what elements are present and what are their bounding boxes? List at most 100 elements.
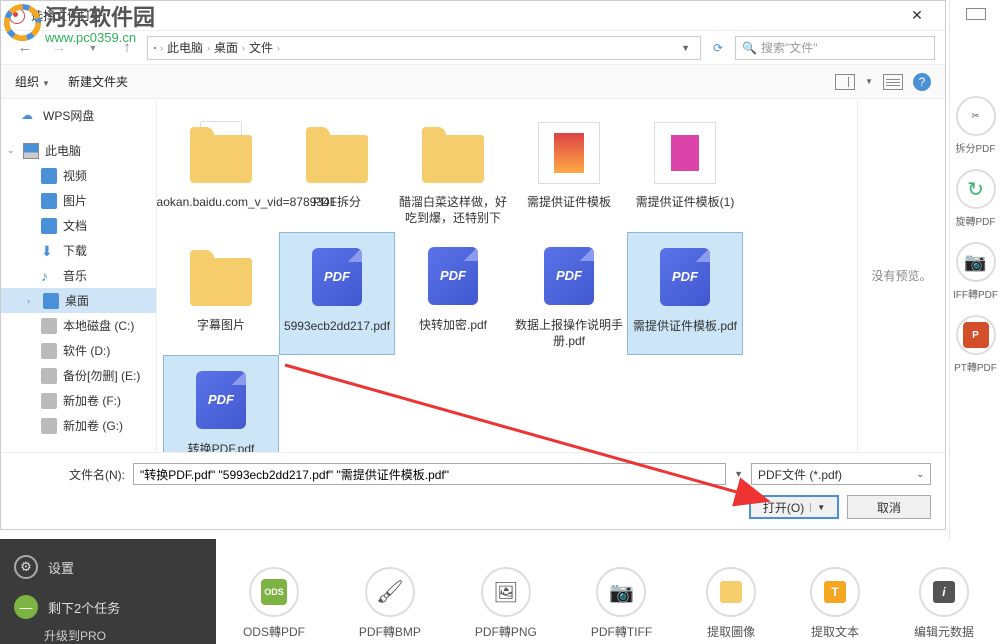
tool-bmp[interactable]: 🖌PDF轉BMP [359, 567, 421, 640]
tree-wps[interactable]: ☁WPS网盘 [1, 103, 156, 128]
settings-button[interactable]: ⚙设置 [0, 547, 216, 587]
camera-icon: 📷 [964, 252, 986, 273]
gear-icon: ⚙ [14, 555, 38, 579]
search-input[interactable]: 🔍 搜索"文件" [735, 36, 935, 60]
tasks-icon: — [14, 595, 38, 619]
ods-icon: ODS [261, 579, 287, 605]
tree-diskc[interactable]: 本地磁盘 (C:) [1, 313, 156, 338]
tool-tiff[interactable]: 📷PDF轉TIFF [591, 567, 652, 640]
file-pdf[interactable]: PDF快转加密.pdf [395, 232, 511, 355]
file-open-dialog: 选择文件打开 ✕ ← → ▼ ↑ › 此电脑 › 桌面 › 文件 › ▼ ⟳ 🔍… [0, 0, 946, 530]
breadcrumb[interactable]: › 此电脑 › 桌面 › 文件 › ▼ [147, 36, 701, 60]
documents-icon [41, 218, 57, 234]
breadcrumb-item[interactable]: 文件 [249, 39, 273, 56]
disk-icon [41, 368, 57, 384]
download-icon: ⬇ [41, 243, 57, 259]
folder-icon [190, 258, 252, 306]
help-button[interactable]: ? [913, 73, 931, 91]
camera-icon: 📷 [609, 580, 634, 605]
tree-pictures[interactable]: 图片 [1, 188, 156, 213]
breadcrumb-item[interactable]: 桌面 [214, 39, 238, 56]
tool-metadata[interactable]: i编辑元数据 [914, 567, 974, 640]
folder-icon [190, 135, 252, 183]
file-folder[interactable]: 需提供证件模板(1) [627, 109, 743, 232]
dialog-toolbar: 组织▼ 新建文件夹 ▼ ? [1, 65, 945, 99]
pdf-icon: PDF [196, 371, 246, 429]
bg-rotate-pdf-button[interactable]: ↻旋轉PDF [950, 161, 1001, 234]
file-folder[interactable]: PDF拆分 [279, 109, 395, 232]
refresh-button[interactable]: ⟳ [707, 41, 729, 55]
view-list-button[interactable] [883, 74, 903, 90]
tree-video[interactable]: 视频 [1, 163, 156, 188]
close-button[interactable]: ✕ [897, 7, 937, 24]
bg-split-pdf-button[interactable]: ✂拆分PDF [950, 88, 1001, 161]
filetype-select[interactable]: PDF文件 (*.pdf)⌄ [751, 463, 931, 485]
dialog-footer: 文件名(N): ▼ PDF文件 (*.pdf)⌄ 打开(O)▼ 取消 [1, 452, 945, 529]
bg-tiff-pdf-button[interactable]: 📷IFF轉PDF [950, 234, 1001, 307]
scissors-icon: ✂ [971, 111, 979, 122]
dialog-titlebar: 选择文件打开 ✕ [1, 1, 945, 31]
chevron-down-icon[interactable]: ▼ [734, 469, 743, 479]
pdf-icon: PDF [312, 248, 362, 306]
app-icon [9, 8, 25, 24]
nav-forward-button[interactable]: → [45, 34, 73, 62]
disk-icon [41, 318, 57, 334]
breadcrumb-item[interactable]: 此电脑 [167, 39, 203, 56]
nav-history-button[interactable]: ▼ [79, 34, 107, 62]
desktop-icon [43, 293, 59, 309]
file-pdf[interactable]: PDF5993ecb2dd217.pdf [279, 232, 395, 355]
file-folder[interactable]: 字幕图片 [163, 232, 279, 355]
file-pdf[interactable]: PDF需提供证件模板.pdf [627, 232, 743, 355]
tree-diskd[interactable]: 软件 (D:) [1, 338, 156, 363]
organize-button[interactable]: 组织▼ [15, 73, 50, 90]
tool-extract-text[interactable]: T提取文本 [810, 567, 860, 640]
file-folder[interactable]: 醋溜白菜这样做，好吃到爆，还特别下 [395, 109, 511, 232]
cancel-button[interactable]: 取消 [847, 495, 931, 519]
pdf-icon: PDF [660, 248, 710, 306]
view-preview-button[interactable] [835, 74, 855, 90]
tree-desktop[interactable]: ›桌面 [1, 288, 156, 313]
nav-back-button[interactable]: ← [11, 34, 39, 62]
filename-input[interactable] [133, 463, 726, 485]
folder-thumb-icon [538, 122, 600, 184]
tool-extract-img[interactable]: 提取圖像 [706, 567, 756, 640]
preview-panel: 没有预览。 [857, 99, 945, 452]
disk-icon [41, 418, 57, 434]
file-pdf[interactable]: PDF数据上报操作说明手册.pdf [511, 232, 627, 355]
file-pdf[interactable]: PDF转换PDF.pdf [163, 355, 279, 452]
brush-icon: 🖌 [376, 579, 404, 605]
nav-up-button[interactable]: ↑ [113, 34, 141, 62]
tool-ods[interactable]: ODSODS轉PDF [243, 567, 305, 640]
tree-diskf[interactable]: 新加卷 (F:) [1, 388, 156, 413]
chevron-down-icon[interactable]: ▼ [865, 77, 873, 86]
bg-ppt-pdf-button[interactable]: PPT轉PDF [950, 307, 1001, 380]
upgrade-link[interactable]: 升级到PRO [0, 627, 216, 644]
tool-png[interactable]: 🖼PDF轉PNG [475, 567, 537, 640]
tree-pc[interactable]: ⌄此电脑 [1, 138, 156, 163]
extract-text-icon: T [824, 581, 846, 603]
search-icon: 🔍 [742, 41, 757, 55]
extract-image-icon [720, 581, 742, 603]
open-button[interactable]: 打开(O)▼ [749, 495, 839, 519]
bg-maximize-icon[interactable] [966, 8, 986, 20]
preview-text: 没有预览。 [871, 267, 931, 284]
file-folder[interactable]: [NoTitle]haokan.baidu.com_v_vid=8789341 [163, 109, 279, 232]
tree-music[interactable]: ♪音乐 [1, 263, 156, 288]
ppt-icon: P [963, 322, 989, 348]
tree-diskg[interactable]: 新加卷 (G:) [1, 413, 156, 438]
bg-tools-row: ODSODS轉PDF 🖌PDF轉BMP 🖼PDF轉PNG 📷PDF轉TIFF 提… [216, 539, 1001, 644]
chevron-down-icon: ▼ [42, 79, 50, 88]
file-folder[interactable]: 需提供证件模板 [511, 109, 627, 232]
breadcrumb-dropdown[interactable]: ▼ [681, 43, 694, 53]
bg-bottom-left-panel: ⚙设置 —剩下2个任务 升级到PRO [0, 539, 216, 644]
tasks-button[interactable]: —剩下2个任务 [0, 587, 216, 627]
chevron-down-icon: ▼ [810, 503, 825, 512]
tree-documents[interactable]: 文档 [1, 213, 156, 238]
tree-downloads[interactable]: ⬇下载 [1, 238, 156, 263]
newfolder-button[interactable]: 新建文件夹 [68, 73, 128, 90]
music-icon: ♪ [41, 268, 57, 284]
pictures-icon [41, 193, 57, 209]
dialog-title: 选择文件打开 [31, 7, 103, 24]
cloud-icon: ☁ [21, 108, 37, 124]
tree-diske[interactable]: 备份[勿删] (E:) [1, 363, 156, 388]
